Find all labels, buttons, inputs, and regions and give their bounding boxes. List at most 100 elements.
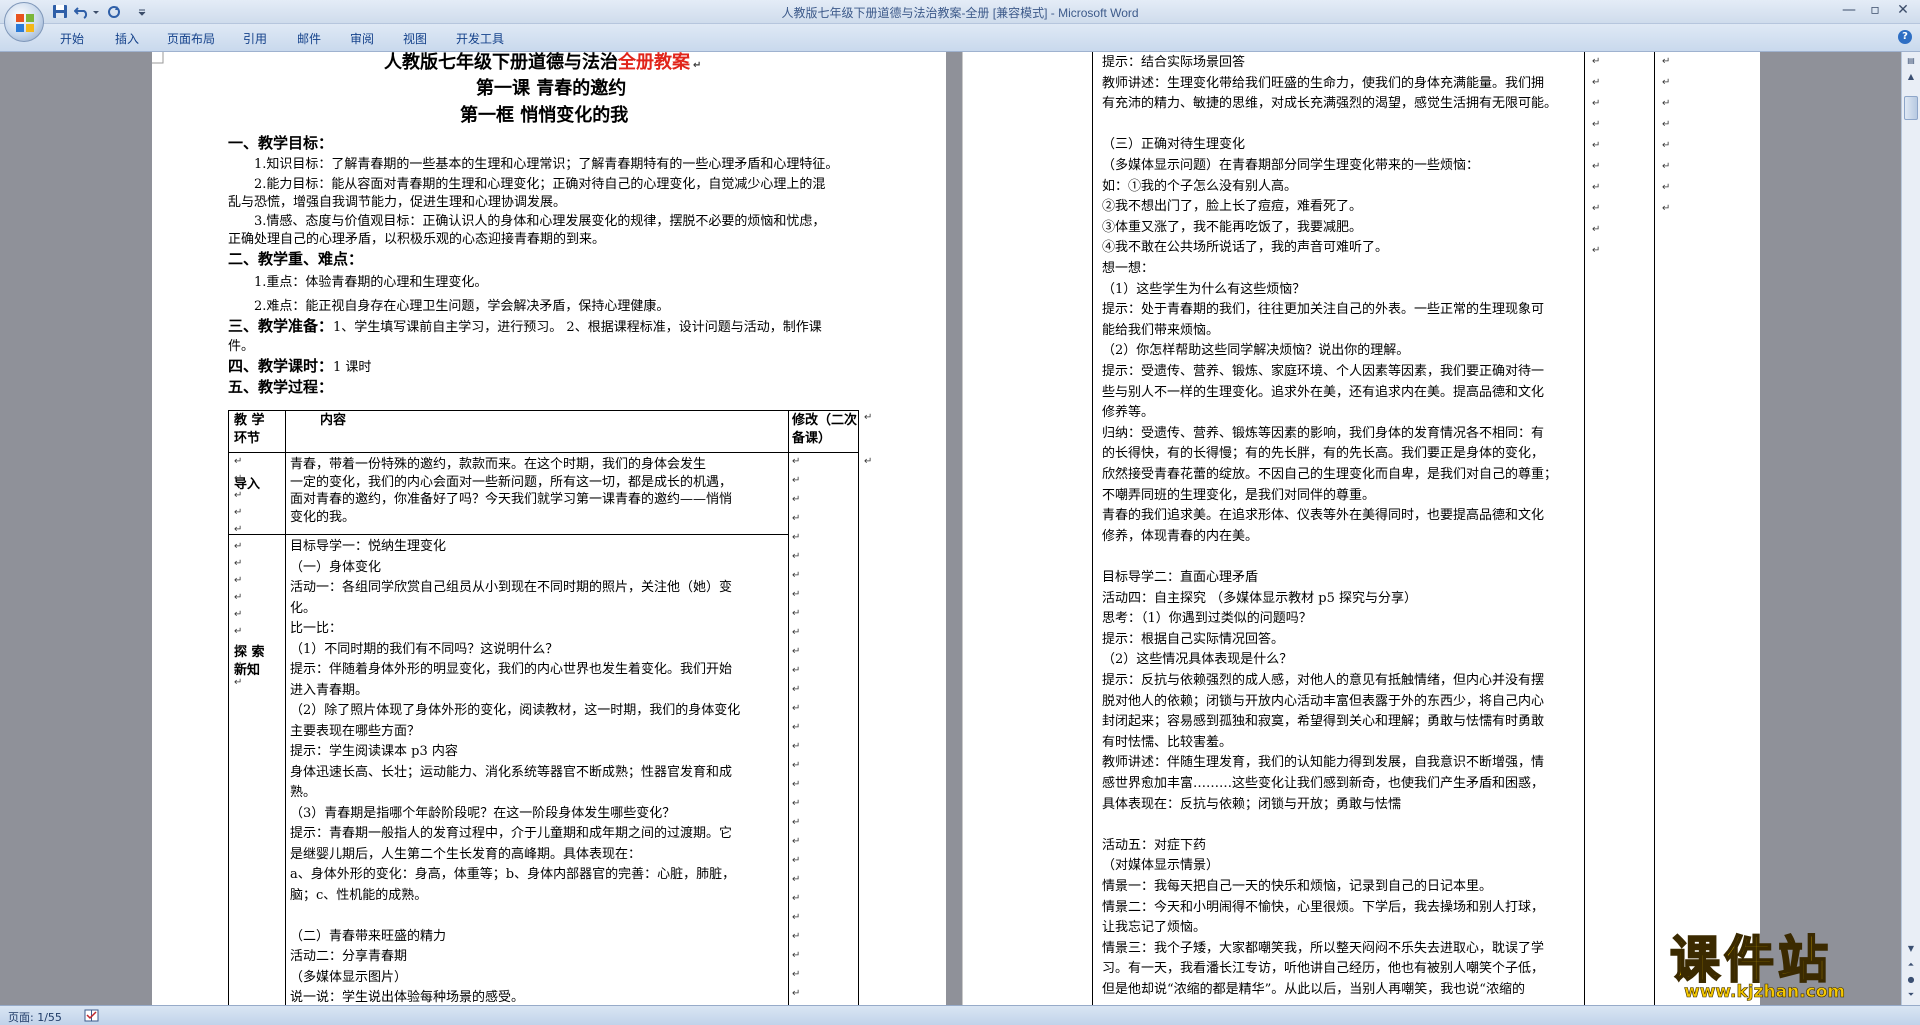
table-header-revision: 修改（二次: [792, 413, 858, 428]
proofing-book-icon[interactable]: [84, 1009, 99, 1022]
paragraph-mark-icon: ↵: [234, 660, 243, 671]
scroll-up-icon[interactable]: ▲: [1904, 70, 1918, 84]
paragraph-mark-icon: ↵: [792, 931, 801, 942]
paragraph-mark-icon: ↵: [234, 541, 243, 552]
page-2[interactable]: 提示：结合实际场景回答 教师讲述：生理变化带给我们旺盛的生命力，使我们的身体充满能…: [962, 52, 1760, 1005]
paragraph-mark-icon: ↵: [792, 646, 801, 657]
paragraph-mark-icon: ↵: [1592, 77, 1601, 88]
page-count[interactable]: 页面: 1/55: [8, 1009, 62, 1025]
paragraph-mark-icon: ↵: [792, 475, 801, 486]
right-page-line: 归纳：受遗传、营养、锻炼等因素的影响，我们身体的发育情况各不相同：有: [1102, 425, 1545, 441]
explore-line: 目标导学一：悦纳生理变化: [290, 539, 447, 554]
paragraph-mark-icon: ↵: [792, 912, 801, 923]
page-1[interactable]: 人教版七年级下册道德与法治全册教案 ↵ 第一课 青春的邀约 第一框 悄悄变化的我 …: [152, 52, 946, 1005]
table-border: [962, 52, 963, 1005]
office-button[interactable]: [4, 2, 44, 42]
undo-icon[interactable]: [74, 4, 90, 19]
paragraph-mark-icon: ↵: [234, 490, 243, 501]
table-header-link: 教 学: [234, 413, 265, 428]
table-header-revision2: 备课）: [792, 431, 832, 446]
paragraph-mark-icon: ↵: [792, 741, 801, 752]
minimize-button[interactable]: —: [1836, 1, 1862, 19]
paragraph-mark-icon: ↵: [234, 677, 243, 688]
paragraph-mark-icon: ↵: [792, 969, 801, 980]
goal-2b: 乱与恐慌，增强自我调节能力，促进生理和心理协调发展。: [228, 195, 567, 210]
explore-line: 熟。: [290, 785, 317, 800]
title-highlight: 全册教案: [618, 52, 690, 73]
paragraph-mark-icon: ↵: [1662, 182, 1671, 193]
document-title: 人教版七年级下册道德与法治全册教案 ↵: [384, 54, 701, 74]
customize-toolbar-icon[interactable]: [138, 4, 146, 19]
paragraph-mark-icon: ↵: [792, 703, 801, 714]
close-button[interactable]: ✕: [1890, 1, 1916, 19]
right-page-line: 情景二：今天和小明闹得不愉快，心里很烦。下学后，我去操场和别人打球，: [1102, 899, 1545, 915]
paragraph-mark-icon: ↵: [1592, 203, 1601, 214]
right-page-line: ③体重又涨了，我不能再吃饭了，我要减肥。: [1102, 219, 1363, 235]
help-icon[interactable]: ?: [1898, 30, 1912, 44]
preparation-cont: 件。: [228, 339, 255, 354]
office-logo-icon: [16, 14, 34, 32]
paragraph-mark-icon: ↵: [1662, 161, 1671, 172]
paragraph-mark-icon: ↵: [1662, 140, 1671, 151]
table-border: [1654, 52, 1655, 1005]
vertical-scrollbar[interactable]: ▤ ▲ ▼ ⏶ ● ⏷: [1901, 52, 1920, 1005]
paragraph-mark-icon: ↵: [1592, 140, 1601, 151]
tab-references[interactable]: 引用: [243, 30, 267, 47]
paragraph-mark-icon: ↵: [792, 551, 801, 562]
paragraph-mark-icon: ↵: [792, 494, 801, 505]
crop-mark-icon: [152, 52, 164, 64]
right-page-line: 教师讲述：伴随生理发育，我们的认知能力得到发展，自我意识不断增强，情: [1102, 755, 1545, 771]
paragraph-mark-icon: ↵: [792, 608, 801, 619]
paragraph-mark-icon: ↵: [1662, 98, 1671, 109]
restore-button[interactable]: ▫: [1862, 1, 1888, 19]
hours: 四、教学课时：1 课时: [228, 358, 371, 376]
paragraph-mark-icon: ↵: [792, 988, 801, 999]
explore-line: （1）不同时期的我们有不同吗？这说明什么？: [290, 641, 559, 657]
table-header-content: 内容: [320, 413, 347, 428]
right-page-line: 些与别人不一样的生理变化。追求外在美，还有追求内在美。提高品德和文化: [1102, 384, 1545, 400]
scroll-thumb[interactable]: [1904, 96, 1918, 120]
right-page-line: 提示：受遗传、营养、锻炼、家庭环境、个人因素等因素，我们要正确对待一: [1102, 364, 1545, 379]
paragraph-mark-icon: ↵: [1592, 56, 1601, 67]
paragraph-mark-icon: ↵: [792, 798, 801, 809]
table-border: [858, 410, 859, 1005]
tab-view[interactable]: 视图: [403, 30, 427, 47]
save-icon[interactable]: [52, 4, 68, 19]
title-bar: 人教版七年级下册道德与法治教案-全册 [兼容模式] - Microsoft Wo…: [0, 0, 1920, 24]
paragraph-mark-icon: ↵: [792, 722, 801, 733]
goal-2a: 2.能力目标：能从容面对青春期的生理和心理变化；正确对待自己的心理变化，自觉减少…: [254, 177, 826, 192]
ruler-toggle-icon[interactable]: ▤: [1904, 54, 1918, 68]
explore-line: a、身体外形的变化：身高，体重等；b、身体内部器官的完善：心脏，肺脏，: [290, 867, 736, 882]
table-border: [1584, 52, 1585, 1005]
redo-icon[interactable]: [106, 4, 122, 19]
table-border: [788, 410, 789, 1005]
lesson-title: 第一课 青春的邀约: [476, 78, 627, 99]
right-page-line: 提示：根据自己实际情况回答。: [1102, 631, 1285, 647]
explore-line: （一）身体变化: [290, 559, 382, 575]
tab-home[interactable]: 开始: [60, 30, 84, 47]
paragraph-mark-icon: ↵: [792, 779, 801, 790]
right-page-line: 如：①我的个子怎么没有别人高。: [1102, 178, 1298, 194]
right-page-line: 的长得快，有的长得慢；有的先长胖，有的先长高。我们要正是身体的变化，: [1102, 446, 1545, 462]
tab-insert[interactable]: 插入: [115, 30, 139, 47]
right-page-line: 习。有一天，我看潘长江专访，听他讲自己经历，他也有被别人嘲笑个子低，: [1102, 961, 1545, 977]
document-area[interactable]: 人教版七年级下册道德与法治全册教案 ↵ 第一课 青春的邀约 第一框 悄悄变化的我 …: [0, 52, 1901, 1005]
dropdown-icon[interactable]: [92, 4, 100, 19]
right-page-line: 想一想：: [1102, 261, 1155, 276]
paragraph-mark-icon: ↵: [1662, 203, 1671, 214]
paragraph-mark-icon: ↵: [792, 855, 801, 866]
paragraph-mark-icon: ↵: [792, 570, 801, 581]
tab-developer[interactable]: 开发工具: [456, 30, 504, 47]
tab-review[interactable]: 审阅: [350, 30, 374, 47]
right-page-line: 有时怯懦、比较害羞。: [1102, 734, 1233, 750]
right-page-line: （对媒体显示情景）: [1102, 858, 1220, 874]
key-point-1: 1.重点：体验青春期的心理和生理变化。: [254, 275, 488, 290]
tab-page-layout[interactable]: 页面布局: [167, 30, 215, 47]
table-border: [1092, 52, 1093, 1005]
right-page-line: 有充沛的精力、敏捷的思维，对成长充满强烈的渴望，感觉生活拥有无限可能。: [1102, 96, 1558, 112]
paragraph-mark-icon: ↵: [234, 558, 243, 569]
explore-line: （2）除了照片体现了身体外形的变化，阅读教材，这一时期，我们的身体变化: [290, 703, 741, 718]
explore-line: 比一比：: [290, 621, 343, 636]
tab-mailings[interactable]: 邮件: [297, 30, 321, 47]
preparation-label: 三、教学准备：: [228, 317, 334, 335]
